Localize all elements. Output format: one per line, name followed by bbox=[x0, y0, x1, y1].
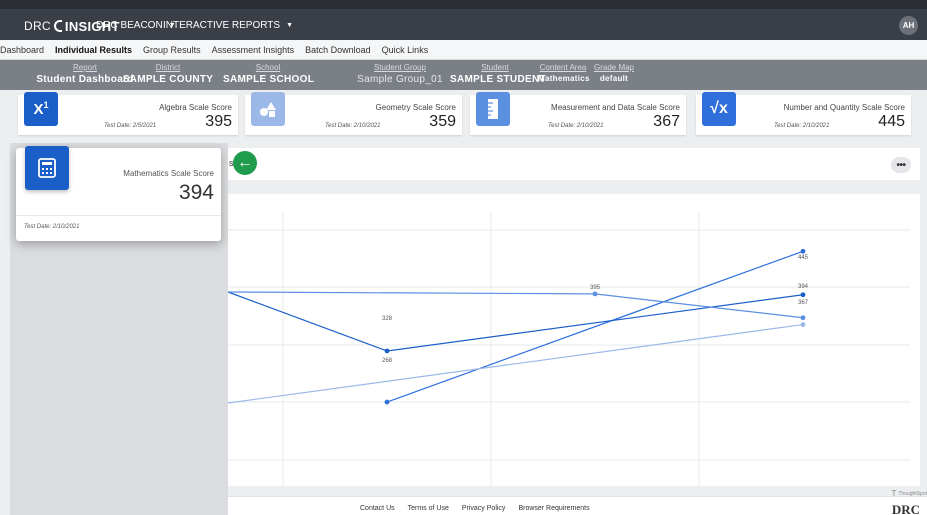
filter-label: School bbox=[255, 63, 281, 72]
filter-label: Grade Map bbox=[593, 63, 635, 72]
filter-bar: Report Student Dashboard District SAMPLE… bbox=[0, 60, 927, 90]
popup-divider bbox=[16, 215, 221, 216]
filter-student[interactable]: Student SAMPLE STUDENT bbox=[450, 63, 546, 85]
mathematics-score-popup[interactable]: Mathematics Scale Score 394 Test Date: 2… bbox=[16, 146, 221, 241]
filter-content-area[interactable]: Content Area Mathematics bbox=[538, 63, 590, 83]
geometry-score-card[interactable]: Geometry Scale Score Test Date: 2/10/202… bbox=[245, 92, 462, 135]
chart-panel bbox=[228, 194, 920, 486]
top-bar: DRC INSIGHT DRC BEACON ▼ INTERACTIVE REP… bbox=[0, 0, 927, 40]
popup-score: 394 bbox=[178, 181, 214, 204]
filter-value: Mathematics bbox=[538, 74, 590, 83]
filter-value: SAMPLE STUDENT bbox=[450, 74, 546, 85]
ruler-svg bbox=[488, 99, 498, 119]
privacy-policy-link[interactable]: Privacy Policy bbox=[462, 505, 506, 512]
drc-footer-logo: DRC bbox=[891, 502, 920, 515]
algebra-score-card[interactable]: X1 Algebra Scale Score Test Date: 2/5/20… bbox=[18, 92, 238, 135]
drc-beacon-label: DRC BEACON bbox=[96, 20, 163, 31]
browser-requirements-link[interactable]: Browser Requirements bbox=[518, 505, 589, 512]
filter-student-group[interactable]: Student Group Sample Group_01 bbox=[350, 63, 450, 85]
user-avatar[interactable]: AH bbox=[899, 16, 918, 35]
superscript-x-icon: X1 bbox=[24, 92, 58, 126]
top-bar-shadow bbox=[0, 0, 927, 9]
filter-school[interactable]: School SAMPLE SCHOOL bbox=[223, 63, 315, 85]
interactive-reports-menu[interactable]: INTERACTIVE REPORTS ▼ bbox=[163, 20, 293, 31]
filter-value: Sample Group_01 bbox=[357, 74, 443, 85]
filter-label: Student Group bbox=[373, 63, 427, 72]
thoughtspot-text: ThoughtSpot bbox=[898, 490, 927, 497]
filter-value: SAMPLE COUNTY bbox=[122, 74, 214, 85]
terms-of-use-link[interactable]: Terms of Use bbox=[408, 505, 449, 512]
filter-district[interactable]: District SAMPLE COUNTY bbox=[118, 63, 218, 85]
filter-label: District bbox=[155, 63, 181, 72]
tab-batch-download[interactable]: Batch Download bbox=[305, 45, 371, 55]
square-root-icon: √x bbox=[702, 92, 736, 126]
popup-date: Test Date: 2/10/2021 bbox=[24, 224, 80, 230]
number-quantity-score-card[interactable]: √x Number and Quantity Scale Score Test … bbox=[696, 92, 911, 135]
card-date: Test Date: 2/10/2021 bbox=[548, 123, 604, 129]
tab-assessment-insights[interactable]: Assessment Insights bbox=[212, 45, 295, 55]
filter-value: default bbox=[599, 74, 629, 83]
card-date: Test Date: 2/10/2021 bbox=[325, 123, 381, 129]
card-title: Geometry Scale Score bbox=[375, 103, 456, 112]
interactive-reports-label: INTERACTIVE REPORTS bbox=[163, 20, 281, 31]
chart-header bbox=[228, 148, 920, 180]
chevron-down-icon: ▼ bbox=[286, 22, 293, 29]
tab-dashboard[interactable]: Dashboard bbox=[0, 45, 44, 55]
card-score: 359 bbox=[429, 113, 456, 130]
card-score: 445 bbox=[878, 113, 905, 130]
footer: Contact Us Terms of Use Privacy Policy B… bbox=[228, 489, 927, 515]
card-score: 367 bbox=[653, 113, 680, 130]
card-date: Test Date: 2/10/2021 bbox=[774, 123, 830, 129]
filter-label: Student bbox=[481, 63, 509, 72]
shapes-icon bbox=[251, 92, 285, 126]
score-cards-row: X1 Algebra Scale Score Test Date: 2/5/20… bbox=[0, 90, 927, 140]
calculator-icon bbox=[25, 146, 69, 190]
tab-group-results[interactable]: Group Results bbox=[143, 45, 201, 55]
card-title: Number and Quantity Scale Score bbox=[783, 103, 905, 112]
tab-quick-links[interactable]: Quick Links bbox=[382, 45, 429, 55]
thoughtspot-icon: T bbox=[891, 489, 897, 498]
filter-label: Content Area bbox=[539, 63, 587, 72]
card-title: Algebra Scale Score bbox=[159, 103, 232, 112]
thoughtspot-logo: T ThoughtSpot bbox=[891, 489, 927, 498]
card-title: Measurement and Data Scale Score bbox=[551, 103, 680, 112]
back-arrow-button[interactable]: ← bbox=[233, 151, 257, 175]
contact-us-link[interactable]: Contact Us bbox=[360, 505, 395, 512]
nav-tabs: Dashboard Individual Results Group Resul… bbox=[0, 40, 927, 60]
shapes-svg bbox=[260, 102, 276, 117]
measurement-score-card[interactable]: Measurement and Data Scale Score Test Da… bbox=[470, 92, 686, 135]
logo-drc-text: DRC bbox=[24, 19, 51, 33]
filter-grade-map[interactable]: Grade Map default bbox=[591, 63, 637, 83]
calculator-svg bbox=[38, 158, 56, 178]
card-score: 395 bbox=[205, 113, 232, 130]
more-options-button[interactable]: ••• bbox=[891, 157, 911, 173]
popup-title: Mathematics Scale Score bbox=[123, 169, 214, 178]
ellipsis-icon: ••• bbox=[896, 159, 906, 171]
arrow-left-icon: ← bbox=[237, 154, 253, 171]
card-date: Test Date: 2/5/2021 bbox=[104, 123, 157, 129]
logo-swoosh-icon bbox=[53, 20, 62, 32]
footer-links: Contact Us Terms of Use Privacy Policy B… bbox=[360, 505, 590, 512]
ruler-icon bbox=[476, 92, 510, 126]
tab-individual-results[interactable]: Individual Results bbox=[55, 45, 132, 55]
filter-value: SAMPLE SCHOOL bbox=[223, 74, 315, 85]
